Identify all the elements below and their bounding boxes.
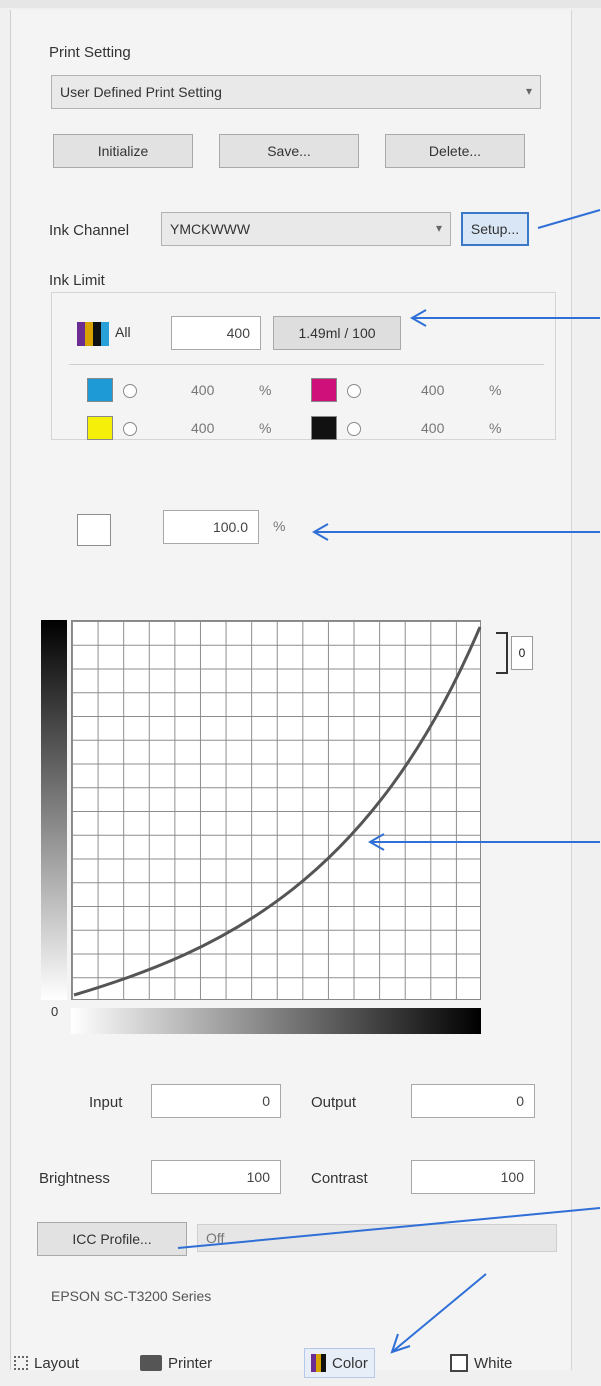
cyan-limit-value: 400 — [191, 382, 215, 398]
icc-status: Off — [197, 1224, 557, 1252]
bottom-tab-bar: Layout Printer Color White — [10, 1340, 570, 1386]
yellow-radio[interactable] — [123, 422, 137, 436]
tab-white-label: White — [474, 1354, 513, 1372]
icc-status-value: Off — [206, 1230, 225, 1246]
all-checkbox-label[interactable]: All — [115, 324, 131, 340]
ink-amount-readout: 1.49ml / 100 — [273, 316, 401, 350]
tab-layout-label: Layout — [34, 1354, 80, 1372]
bracket-icon — [496, 632, 508, 674]
ink-channel-dropdown[interactable]: YMCKWWW ▾ — [161, 212, 451, 246]
divider — [69, 364, 544, 365]
all-ink-limit-field[interactable]: 400 — [171, 316, 261, 350]
print-setting-label: Print Setting — [49, 44, 131, 61]
chevron-down-icon: ▾ — [435, 221, 442, 235]
curve-origin-label: 0 — [51, 1004, 59, 1019]
tab-layout[interactable]: Layout — [14, 1348, 79, 1378]
setup-button[interactable]: Setup... — [461, 212, 529, 246]
output-field[interactable]: 0 — [411, 1084, 535, 1118]
tone-curve-svg[interactable] — [72, 621, 482, 1001]
tone-curve-line[interactable] — [73, 626, 482, 997]
initialize-button[interactable]: Initialize — [53, 134, 193, 168]
cyan-radio[interactable] — [123, 384, 137, 398]
yellow-swatch — [87, 416, 113, 440]
channel-select-checkbox[interactable] — [77, 514, 111, 546]
printer-icon — [140, 1355, 162, 1371]
yellow-unit: % — [259, 420, 272, 436]
percentage-unit: % — [273, 518, 286, 534]
brightness-label: Brightness — [39, 1170, 110, 1187]
black-swatch — [311, 416, 337, 440]
ink-limit-label: Ink Limit — [49, 272, 105, 289]
output-gradient-bar — [41, 620, 67, 1000]
input-gradient-bar — [71, 1008, 481, 1034]
tab-color-label: Color — [332, 1354, 368, 1372]
print-settings-panel: Print Setting User Defined Print Setting… — [10, 10, 572, 1370]
color-icon — [311, 1354, 326, 1372]
cyan-unit: % — [259, 382, 272, 398]
print-setting-value: User Defined Print Setting — [60, 84, 222, 100]
magenta-limit-value: 400 — [421, 382, 445, 398]
cyan-swatch — [87, 378, 113, 402]
yellow-limit-value: 400 — [191, 420, 215, 436]
chevron-down-icon: ▾ — [525, 84, 532, 98]
ink-channel-value: YMCKWWW — [170, 221, 251, 237]
ink-channel-label: Ink Channel — [49, 222, 130, 239]
curve-grid[interactable] — [71, 620, 482, 1001]
magenta-radio[interactable] — [347, 384, 361, 398]
ink-limit-group — [51, 292, 556, 440]
input-label: Input — [89, 1094, 123, 1111]
curve-side-field[interactable]: 0 — [511, 636, 533, 670]
tab-printer-label: Printer — [168, 1354, 213, 1372]
magenta-swatch — [311, 378, 337, 402]
percentage-field[interactable]: 100.0 — [163, 510, 259, 544]
tab-printer[interactable]: Printer — [140, 1348, 212, 1378]
magenta-unit: % — [489, 382, 502, 398]
output-label: Output — [311, 1094, 357, 1111]
save-button[interactable]: Save... — [219, 134, 359, 168]
brightness-field[interactable]: 100 — [151, 1160, 281, 1194]
black-unit: % — [489, 420, 502, 436]
layout-icon — [14, 1356, 28, 1370]
tab-color[interactable]: Color — [304, 1348, 375, 1378]
window-top-strip — [0, 0, 601, 8]
input-field[interactable]: 0 — [151, 1084, 281, 1118]
black-radio[interactable] — [347, 422, 361, 436]
delete-button[interactable]: Delete... — [385, 134, 525, 168]
print-setting-dropdown[interactable]: User Defined Print Setting ▾ — [51, 75, 541, 109]
icc-profile-button[interactable]: ICC Profile... — [37, 1222, 187, 1256]
black-limit-value: 400 — [421, 420, 445, 436]
icc-profile-name: EPSON SC-T3200 Series — [51, 1288, 212, 1304]
contrast-field[interactable]: 100 — [411, 1160, 535, 1194]
white-icon — [450, 1354, 468, 1372]
tab-white[interactable]: White — [450, 1348, 512, 1378]
multi-ink-icon — [77, 322, 109, 346]
contrast-label: Contrast — [311, 1170, 368, 1187]
